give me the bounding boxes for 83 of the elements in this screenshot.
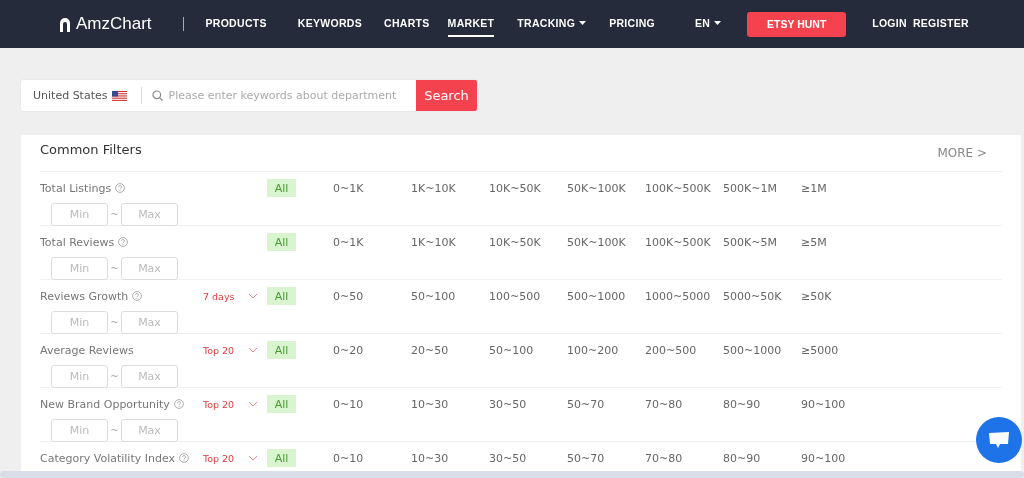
period-selector[interactable]: Top 20 [203, 452, 248, 464]
language-selector[interactable]: EN [695, 11, 722, 37]
period-selector[interactable]: Top 20 [203, 344, 248, 356]
range-option[interactable]: 90~100 [801, 451, 879, 465]
range-option[interactable]: 10~30 [411, 397, 489, 411]
card-title: Common Filters [40, 142, 142, 157]
range-option[interactable]: 50~70 [567, 397, 645, 411]
period-selector[interactable]: 7 days [203, 290, 248, 302]
range-option[interactable]: 10K~50K [489, 181, 567, 195]
range-option[interactable]: 1000~5000 [645, 289, 723, 303]
max-field[interactable]: Max [121, 365, 178, 388]
range-option[interactable]: 30~50 [489, 397, 567, 411]
min-field[interactable]: Min [51, 311, 108, 334]
range-option[interactable]: 0~1K [333, 181, 411, 195]
login-link[interactable]: LOGIN [872, 11, 907, 37]
range-option[interactable]: 50K~100K [567, 235, 645, 249]
range-option[interactable]: 30~50 [489, 451, 567, 465]
range-separator: ~ [109, 425, 120, 436]
range-option[interactable]: ≥5M [801, 235, 879, 249]
range-option[interactable]: 500~1000 [567, 289, 645, 303]
range-separator: ~ [109, 371, 120, 382]
nav-link[interactable]: CHARTS [384, 11, 430, 37]
filter-label: Reviews Growth [40, 289, 129, 303]
range-option[interactable]: ≥50K [801, 289, 879, 303]
range-option[interactable]: 70~80 [645, 397, 723, 411]
period-selector[interactable]: Top 20 [203, 398, 248, 410]
range-option[interactable]: 100K~500K [645, 235, 723, 249]
search-button[interactable]: Search [416, 80, 477, 111]
range-option[interactable]: 50~100 [411, 289, 489, 303]
range-option[interactable]: 0~50 [333, 289, 411, 303]
range-option[interactable]: 80~90 [723, 397, 801, 411]
range-option[interactable]: 20~50 [411, 343, 489, 357]
range-option[interactable]: 0~10 [333, 397, 411, 411]
nav-link[interactable]: MARKET [447, 11, 495, 37]
max-field[interactable]: Max [121, 419, 178, 442]
filter-label: Category Volatility Index [40, 451, 176, 465]
min-field[interactable]: Min [51, 203, 108, 226]
country-selector[interactable]: United States [21, 87, 142, 104]
range-option[interactable]: 500K~5M [723, 235, 801, 249]
max-field[interactable]: Max [121, 311, 178, 334]
range-option[interactable]: 500K~1M [723, 181, 801, 195]
more-link[interactable]: MORE > [937, 146, 987, 160]
etsy-hunt-button[interactable]: ETSY HUNT [747, 11, 847, 37]
range-option[interactable]: 1K~10K [411, 181, 489, 195]
range-option[interactable]: 5000~50K [723, 289, 801, 303]
range-option[interactable]: ≥1M [801, 181, 879, 195]
nav-link[interactable]: KEYWORDS [297, 11, 363, 37]
range-option[interactable]: 90~100 [801, 397, 879, 411]
range-option[interactable]: 0~10 [333, 451, 411, 465]
max-field[interactable]: Max [121, 257, 178, 280]
range-option[interactable]: 10K~50K [489, 235, 567, 249]
range-option[interactable]: 0~1K [333, 235, 411, 249]
range-option[interactable]: 100K~500K [645, 181, 723, 195]
nav-link[interactable]: TRACKING [517, 11, 587, 37]
min-field[interactable]: Min [51, 365, 108, 388]
nav-link[interactable]: PRODUCTS [205, 11, 267, 37]
range-option[interactable]: ≥5000 [801, 343, 879, 357]
range-option[interactable]: 100~500 [489, 289, 567, 303]
min-field[interactable]: Min [51, 419, 108, 442]
range-option[interactable]: 50~100 [489, 343, 567, 357]
min-field[interactable]: Min [51, 257, 108, 280]
range-option[interactable]: 200~500 [645, 343, 723, 357]
range-option[interactable]: 50K~100K [567, 181, 645, 195]
filter-label: New Brand Opportunity [40, 397, 170, 411]
range-option[interactable]: 80~90 [723, 451, 801, 465]
range-option[interactable]: 1K~10K [411, 235, 489, 249]
max-field[interactable]: Max [121, 203, 178, 226]
range-option[interactable]: 70~80 [645, 451, 723, 465]
range-separator: ~ [109, 263, 120, 274]
range-option[interactable]: 500~1000 [723, 343, 801, 357]
range-separator: ~ [109, 209, 120, 220]
filter-label: Total Listings [40, 181, 112, 195]
nav-link[interactable]: PRICING [609, 11, 655, 37]
range-option[interactable]: 50~70 [567, 451, 645, 465]
logo[interactable]: AmzChart [58, 14, 152, 34]
filter-label: Total Reviews [40, 235, 115, 249]
range-option[interactable]: 100~200 [567, 343, 645, 357]
filter-label: Average Reviews [40, 343, 134, 357]
register-link[interactable]: REGISTER [912, 11, 969, 37]
range-option[interactable]: 0~20 [333, 343, 411, 357]
range-separator: ~ [109, 317, 120, 328]
range-option[interactable]: 10~30 [411, 451, 489, 465]
search-field[interactable]: United States Please enter keywords about department Search [21, 80, 477, 111]
